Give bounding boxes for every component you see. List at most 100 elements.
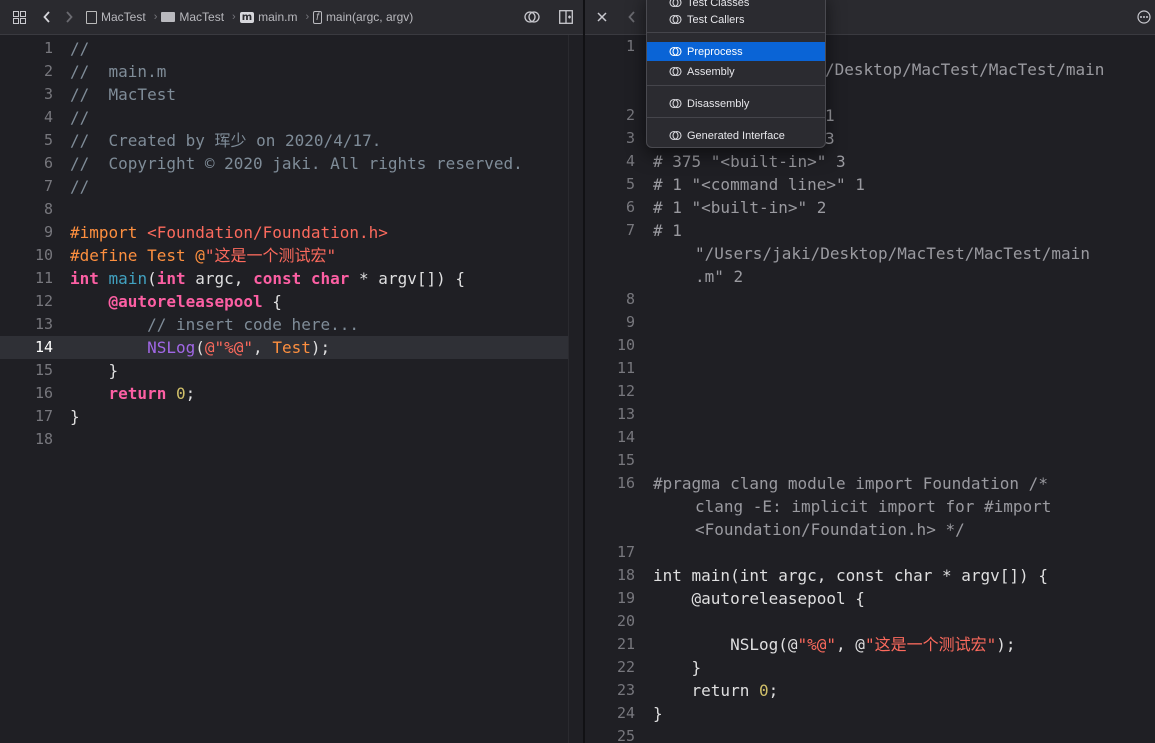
- code-line[interactable]: 11 int main(int argc, const char * argv[]…: [0, 267, 568, 290]
- code-line[interactable]: 4 //: [0, 106, 568, 129]
- menu-item-test-callers[interactable]: Test Callers: [647, 10, 825, 29]
- code-token: }: [653, 704, 663, 723]
- code-token: #pragma clang module import Foundation /…: [653, 474, 1048, 493]
- folder-icon: [161, 12, 176, 22]
- more-icon[interactable]: [1133, 6, 1155, 28]
- code-token: "/Users/jaki/Desktop/MacTest/MacTest/mai…: [695, 244, 1090, 263]
- menu-item-label: Test Classes: [687, 0, 750, 9]
- back-chevron-icon[interactable]: [621, 6, 643, 28]
- code-line[interactable]: 9 #import <Foundation/Foundation.h>: [0, 221, 568, 244]
- code-line[interactable]: 16 return 0;: [0, 382, 568, 405]
- menu-item-disassembly[interactable]: Disassembly: [647, 94, 825, 113]
- code-token: <Foundation/Foundation.h>: [147, 223, 388, 242]
- left-editor-gutter: [568, 35, 583, 743]
- code-line[interactable]: 6 // Copyright © 2020 jaki. All rights re…: [0, 152, 568, 175]
- code-line[interactable]: 15 }: [0, 359, 568, 382]
- line-number: 22: [616, 658, 635, 676]
- code-text: @autoreleasepool {: [70, 290, 282, 313]
- close-icon[interactable]: [591, 6, 613, 28]
- line-number: 20: [616, 612, 635, 630]
- code-line[interactable]: 7 //: [0, 175, 568, 198]
- menu-item-assembly[interactable]: Assembly: [647, 62, 825, 81]
- code-line[interactable]: }: [653, 656, 702, 679]
- wrapped-code-line[interactable]: <Foundation/Foundation.h> */: [695, 518, 965, 541]
- line-number: 16: [616, 474, 635, 492]
- breadcrumb: MacTest › MacTest › m main.m › f main(ar…: [86, 10, 417, 24]
- code-token: char: [310, 269, 350, 288]
- line-number: 4: [43, 108, 53, 126]
- code-token: #define Test @: [70, 246, 205, 265]
- code-line[interactable]: 2 // main.m: [0, 60, 568, 83]
- code-line[interactable]: 3 // MacTest: [0, 83, 568, 106]
- line-number: 7: [625, 221, 635, 239]
- code-token: "%@": [797, 635, 837, 654]
- code-line[interactable]: 17}: [0, 405, 568, 428]
- code-line[interactable]: # 1: [653, 219, 682, 242]
- line-number: 17: [34, 407, 53, 425]
- code-token: @autoreleasepool {: [653, 589, 865, 608]
- wrapped-code-line[interactable]: .m" 2: [695, 265, 743, 288]
- line-number: 3: [625, 129, 635, 147]
- menu-item-generated-interface[interactable]: Generated Interface: [647, 126, 825, 145]
- code-token: 3: [825, 129, 835, 148]
- code-line[interactable]: 1: [825, 104, 835, 127]
- code-text: NSLog(@"%@", Test);: [70, 336, 330, 359]
- code-line[interactable]: /Desktop/MacTest/MacTest/main: [825, 58, 1104, 81]
- line-number: 12: [616, 382, 635, 400]
- line-number: 12: [34, 292, 53, 310]
- code-line[interactable]: 10 #define Test @"这是一个测试宏": [0, 244, 568, 267]
- code-line[interactable]: #pragma clang module import Foundation /…: [653, 472, 1048, 495]
- breadcrumb-symbol[interactable]: f main(argc, argv): [313, 10, 413, 24]
- breadcrumb-label: main.m: [258, 10, 298, 24]
- breadcrumb-group[interactable]: MacTest: [161, 10, 224, 24]
- code-line[interactable]: 13 // insert code here...: [0, 313, 568, 336]
- breadcrumb-project[interactable]: MacTest: [86, 10, 146, 24]
- code-line[interactable]: 18: [0, 428, 568, 451]
- line-number: 5: [625, 175, 635, 193]
- code-line[interactable]: 1 //: [0, 37, 568, 60]
- related-items-icon[interactable]: [521, 6, 543, 28]
- breadcrumb-label: main(argc, argv): [325, 10, 414, 24]
- code-line[interactable]: 12 @autoreleasepool {: [0, 290, 568, 313]
- code-line[interactable]: 5 // Created by 珲少 on 2020/4/17.: [0, 129, 568, 152]
- code-text: int main(int argc, const char * argv[]) …: [70, 267, 465, 290]
- line-number: 24: [616, 704, 635, 722]
- add-editor-icon[interactable]: [555, 6, 577, 28]
- code-line[interactable]: # 1 "<built-in>" 2: [653, 196, 826, 219]
- code-line[interactable]: return 0;: [653, 679, 779, 702]
- code-line[interactable]: NSLog(@"%@", @"这是一个测试宏");: [653, 633, 1015, 656]
- code-line[interactable]: 3: [825, 127, 835, 150]
- line-number: 11: [34, 269, 53, 287]
- line-number: 8: [625, 290, 635, 308]
- source-editor[interactable]: 1 // 2 // main.m 3 // MacTest 4 // 5 // Created b…: [0, 35, 568, 743]
- current-code-line[interactable]: 14 NSLog(@"%@", Test);: [0, 336, 568, 359]
- line-number: 23: [616, 681, 635, 699]
- code-line[interactable]: int main(int argc, const char * argv[]) …: [653, 564, 1048, 587]
- code-line[interactable]: 8: [0, 198, 568, 221]
- code-text: #define Test @"这是一个测试宏": [70, 244, 336, 267]
- menu-item-preprocess[interactable]: Preprocess: [647, 42, 825, 61]
- code-text: #import <Foundation/Foundation.h>: [70, 221, 388, 244]
- wrapped-code-line[interactable]: clang -E: implicit import for #import: [695, 495, 1051, 518]
- back-chevron-icon[interactable]: [36, 6, 58, 28]
- line-number: 16: [34, 384, 53, 402]
- forward-chevron-icon[interactable]: [58, 6, 80, 28]
- grid-icon[interactable]: [8, 6, 30, 28]
- code-line[interactable]: # 375 "<built-in>" 3: [653, 150, 846, 173]
- code-token: //: [70, 108, 90, 127]
- code-token: # 1 "<command line>" 1: [653, 175, 865, 194]
- code-line[interactable]: # 1 "<command line>" 1: [653, 173, 865, 196]
- code-token: # 1 "<built-in>" 2: [653, 198, 827, 217]
- wrapped-code-line[interactable]: "/Users/jaki/Desktop/MacTest/MacTest/mai…: [695, 242, 1090, 265]
- code-line[interactable]: }: [653, 702, 663, 725]
- code-token: NSLog(@: [653, 635, 798, 654]
- code-line[interactable]: @autoreleasepool {: [653, 587, 865, 610]
- menu-separator: [647, 117, 825, 118]
- code-text: // Copyright © 2020 jaki. All rights res…: [70, 152, 523, 175]
- line-number: 6: [43, 154, 53, 172]
- line-number: 18: [616, 566, 635, 584]
- breadcrumb-file[interactable]: m main.m: [239, 10, 298, 24]
